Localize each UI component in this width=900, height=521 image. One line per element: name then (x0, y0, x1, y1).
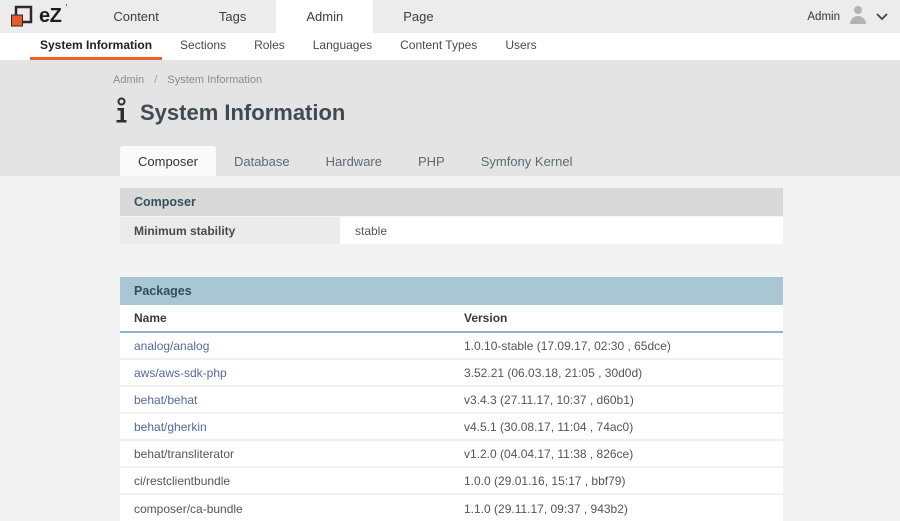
package-name: behat/transliterator (120, 441, 450, 466)
package-name-link[interactable]: aws/aws-sdk-php (120, 360, 450, 385)
ez-logo-text: eZ (39, 5, 61, 28)
ez-logo-icon (10, 5, 34, 29)
tab-symfony-kernel[interactable]: Symfony Kernel (463, 146, 591, 176)
user-avatar-icon (847, 3, 869, 30)
breadcrumb: Admin / System Information (0, 60, 900, 86)
package-name: composer/ca-bundle (120, 495, 450, 521)
column-header-version: Version (450, 305, 783, 331)
minimum-stability-label: Minimum stability (120, 217, 340, 244)
table-row: analog/analog 1.0.10-stable (17.09.17, 0… (120, 333, 783, 360)
package-version: 3.52.21 (06.03.18, 21:05 , 30d0d) (450, 360, 783, 385)
tab-composer[interactable]: Composer (120, 146, 216, 176)
minimum-stability-value: stable (340, 217, 783, 244)
ez-logo[interactable]: eZ ʼ (0, 0, 83, 33)
page-header-area: Admin / System Information System Inform… (0, 60, 900, 176)
topnav-item-tags[interactable]: Tags (189, 0, 276, 33)
ez-logo-trademark: ʼ (65, 3, 67, 13)
package-version: 1.1.0 (29.11.17, 09:37 , 943b2) (450, 495, 783, 521)
package-version: 1.0.0 (29.01.16, 15:17 , bbf79) (450, 468, 783, 493)
table-row: Minimum stability stable (120, 217, 783, 244)
page-title: System Information (140, 100, 345, 126)
topnav-item-page[interactable]: Page (373, 0, 463, 33)
packages-section-header: Packages (120, 277, 783, 305)
user-name-label: Admin (807, 11, 840, 23)
subnav-item-sections[interactable]: Sections (170, 33, 236, 60)
page-title-row: System Information (114, 97, 900, 129)
breadcrumb-admin[interactable]: Admin (113, 74, 144, 86)
breadcrumb-separator: / (154, 74, 157, 86)
user-menu[interactable]: Admin (807, 0, 900, 33)
subnav-item-system-information[interactable]: System Information (30, 33, 162, 60)
info-icon (114, 97, 129, 129)
subnav-item-roles[interactable]: Roles (244, 33, 295, 60)
subnav-item-users[interactable]: Users (495, 33, 546, 60)
admin-sub-menu: System Information Sections Roles Langua… (0, 33, 900, 60)
table-row: composer/ca-bundle 1.1.0 (29.11.17, 09:3… (120, 495, 783, 521)
table-row: ci/restclientbundle 1.0.0 (29.01.16, 15:… (120, 468, 783, 495)
breadcrumb-current: System Information (167, 74, 262, 86)
composer-table: Composer Minimum stability stable (120, 188, 783, 244)
column-header-name: Name (120, 305, 450, 331)
table-row: aws/aws-sdk-php 3.52.21 (06.03.18, 21:05… (120, 360, 783, 387)
package-name-link[interactable]: behat/behat (120, 387, 450, 412)
system-info-tabs: Composer Database Hardware PHP Symfony K… (120, 146, 590, 176)
package-version: v3.4.3 (27.11.17, 10:37 , d60b1) (450, 387, 783, 412)
subnav-item-languages[interactable]: Languages (303, 33, 382, 60)
main-menu: Content Tags Admin Page (83, 0, 463, 33)
tab-hardware[interactable]: Hardware (308, 146, 400, 176)
table-row: behat/transliterator v1.2.0 (04.04.17, 1… (120, 441, 783, 468)
package-version: v1.2.0 (04.04.17, 11:38 , 826ce) (450, 441, 783, 466)
package-version: 1.0.10-stable (17.09.17, 02:30 , 65dce) (450, 333, 783, 358)
package-name-link[interactable]: analog/analog (120, 333, 450, 358)
packages-column-headers: Name Version (120, 305, 783, 333)
table-row: behat/behat v3.4.3 (27.11.17, 10:37 , d6… (120, 387, 783, 414)
package-version: v4.5.1 (30.08.17, 11:04 , 74ac0) (450, 414, 783, 439)
table-row: behat/gherkin v4.5.1 (30.08.17, 11:04 , … (120, 414, 783, 441)
topnav-item-content[interactable]: Content (83, 0, 189, 33)
chevron-down-icon (876, 8, 888, 26)
subnav-item-content-types[interactable]: Content Types (390, 33, 487, 60)
top-navigation-bar: eZ ʼ Content Tags Admin Page Admin (0, 0, 900, 33)
main-content: Composer Minimum stability stable Packag… (0, 176, 900, 521)
tab-database[interactable]: Database (216, 146, 308, 176)
package-name: ci/restclientbundle (120, 468, 450, 493)
composer-section-header: Composer (120, 188, 783, 216)
tab-php[interactable]: PHP (400, 146, 463, 176)
topnav-item-admin[interactable]: Admin (276, 0, 373, 33)
packages-table: Packages Name Version analog/analog 1.0.… (120, 277, 783, 521)
package-name-link[interactable]: behat/gherkin (120, 414, 450, 439)
